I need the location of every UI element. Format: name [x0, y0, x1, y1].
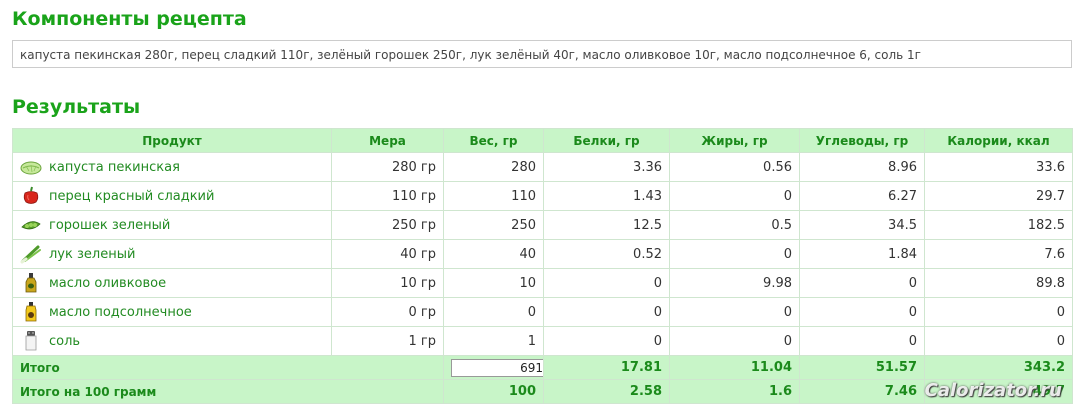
- product-link[interactable]: капуста пекинская: [49, 160, 180, 175]
- kcal-cell: 0: [924, 297, 1073, 327]
- total-carbs-cell: 51.57: [799, 355, 925, 380]
- fat-cell: 0: [669, 326, 800, 356]
- carbs-cell: 1.84: [799, 239, 925, 269]
- kcal-cell: 0: [924, 326, 1073, 356]
- salt-icon: [20, 331, 42, 351]
- cabbage-icon: [20, 157, 42, 177]
- measure-cell: 10 гр: [331, 268, 444, 298]
- results-table: Продукт Мера Вес, гр Белки, гр Жиры, гр …: [12, 128, 1073, 404]
- kcal-cell: 33.6: [924, 152, 1073, 182]
- carbs-cell: 0: [799, 297, 925, 327]
- weight-cell: 10: [443, 268, 544, 298]
- protein-cell: 0: [543, 268, 670, 298]
- total-protein-cell: 17.81: [543, 355, 670, 380]
- measure-cell: 1 гр: [331, 326, 444, 356]
- carbs-cell: 8.96: [799, 152, 925, 182]
- per100-kcal-cell: 49.7: [924, 379, 1073, 404]
- weight-cell: 0: [443, 297, 544, 327]
- sunflower-oil-icon: [20, 302, 42, 322]
- protein-cell: 3.36: [543, 152, 670, 182]
- product-link[interactable]: соль: [49, 334, 80, 349]
- product-cell: капуста пекинская: [12, 152, 332, 182]
- total-weight-input[interactable]: [451, 358, 543, 377]
- column-header-fat: Жиры, гр: [669, 128, 800, 153]
- per100-carbs-cell: 7.46: [799, 379, 925, 404]
- table-row: капуста пекинская 280 гр 280 3.36 0.56 8…: [12, 152, 1073, 182]
- fat-cell: 0.56: [669, 152, 800, 182]
- ingredients-input[interactable]: капуста пекинская 280г, перец сладкий 11…: [12, 40, 1072, 68]
- per100-weight-cell: 100: [443, 379, 544, 404]
- per100-fat-cell: 1.6: [669, 379, 800, 404]
- total-fat-cell: 11.04: [669, 355, 800, 380]
- fat-cell: 0: [669, 181, 800, 211]
- product-cell: соль: [12, 326, 332, 356]
- total-kcal-cell: 343.2: [924, 355, 1073, 380]
- measure-cell: 0 гр: [331, 297, 444, 327]
- red-pepper-icon: [20, 186, 42, 206]
- total-label: Итого: [12, 355, 444, 380]
- measure-cell: 280 гр: [331, 152, 444, 182]
- protein-cell: 0: [543, 297, 670, 327]
- column-header-carbs: Углеводы, гр: [799, 128, 925, 153]
- product-cell: лук зеленый: [12, 239, 332, 269]
- carbs-cell: 0: [799, 326, 925, 356]
- fat-cell: 0: [669, 239, 800, 269]
- protein-cell: 12.5: [543, 210, 670, 240]
- weight-cell: 1: [443, 326, 544, 356]
- table-row: горошек зеленый 250 гр 250 12.5 0.5 34.5…: [12, 210, 1073, 240]
- per100-protein-cell: 2.58: [543, 379, 670, 404]
- fat-cell: 0.5: [669, 210, 800, 240]
- product-cell: масло подсолнечное: [12, 297, 332, 327]
- product-link[interactable]: масло оливковое: [49, 276, 166, 291]
- table-row: перец красный сладкий 110 гр 110 1.43 0 …: [12, 181, 1073, 211]
- per100-label: Итого на 100 грамм: [12, 379, 444, 404]
- product-link[interactable]: масло подсолнечное: [49, 305, 192, 320]
- fat-cell: 9.98: [669, 268, 800, 298]
- weight-cell: 40: [443, 239, 544, 269]
- kcal-cell: 182.5: [924, 210, 1073, 240]
- olive-oil-icon: [20, 273, 42, 293]
- column-header-measure: Мера: [331, 128, 444, 153]
- weight-cell: 110: [443, 181, 544, 211]
- per100-row: Итого на 100 грамм 100 2.58 1.6 7.46 49.…: [12, 379, 1073, 404]
- table-header-row: Продукт Мера Вес, гр Белки, гр Жиры, гр …: [12, 128, 1073, 153]
- product-cell: перец красный сладкий: [12, 181, 332, 211]
- measure-cell: 110 гр: [331, 181, 444, 211]
- product-link[interactable]: лук зеленый: [49, 247, 135, 262]
- fat-cell: 0: [669, 297, 800, 327]
- table-row: масло оливковое 10 гр 10 0 9.98 0 89.8: [12, 268, 1073, 298]
- column-header-weight: Вес, гр: [443, 128, 544, 153]
- table-row: лук зеленый 40 гр 40 0.52 0 1.84 7.6: [12, 239, 1073, 269]
- product-link[interactable]: горошек зеленый: [49, 218, 170, 233]
- protein-cell: 1.43: [543, 181, 670, 211]
- measure-cell: 250 гр: [331, 210, 444, 240]
- measure-cell: 40 гр: [331, 239, 444, 269]
- kcal-cell: 7.6: [924, 239, 1073, 269]
- weight-cell: 250: [443, 210, 544, 240]
- protein-cell: 0.52: [543, 239, 670, 269]
- product-cell: горошек зеленый: [12, 210, 332, 240]
- green-onion-icon: [20, 244, 42, 264]
- column-header-kcal: Калории, ккал: [924, 128, 1073, 153]
- total-row: Итого 17.81 11.04 51.57 343.2: [12, 355, 1073, 380]
- carbs-cell: 6.27: [799, 181, 925, 211]
- column-header-product: Продукт: [12, 128, 332, 153]
- column-header-protein: Белки, гр: [543, 128, 670, 153]
- total-weight-cell: [443, 355, 544, 380]
- weight-cell: 280: [443, 152, 544, 182]
- table-row: соль 1 гр 1 0 0 0 0: [12, 326, 1073, 356]
- product-link[interactable]: перец красный сладкий: [49, 189, 214, 204]
- kcal-cell: 89.8: [924, 268, 1073, 298]
- recipe-components-title: Компоненты рецепта: [12, 8, 247, 30]
- green-peas-icon: [20, 215, 42, 235]
- results-title: Результаты: [12, 96, 141, 118]
- kcal-cell: 29.7: [924, 181, 1073, 211]
- carbs-cell: 0: [799, 268, 925, 298]
- carbs-cell: 34.5: [799, 210, 925, 240]
- protein-cell: 0: [543, 326, 670, 356]
- table-row: масло подсолнечное 0 гр 0 0 0 0 0: [12, 297, 1073, 327]
- product-cell: масло оливковое: [12, 268, 332, 298]
